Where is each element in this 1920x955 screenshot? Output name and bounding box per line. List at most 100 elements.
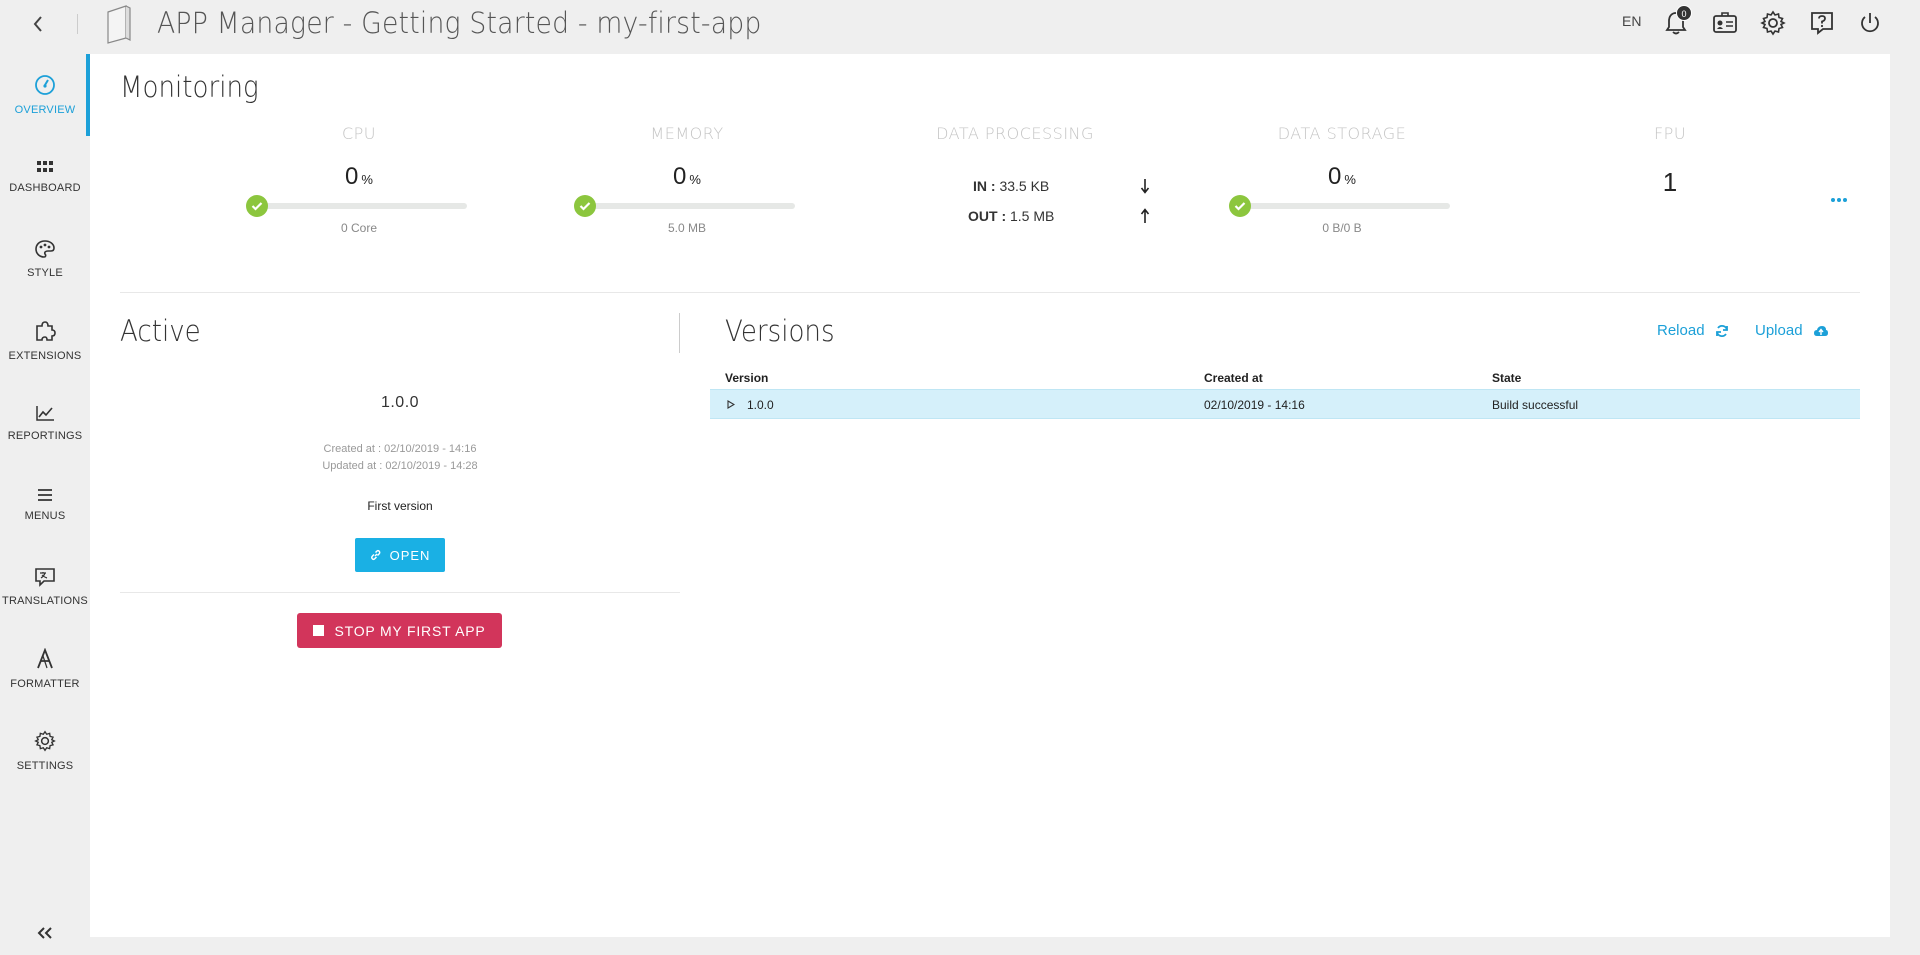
cpu-metric: CPU 0% 0 Core bbox=[229, 124, 489, 235]
menu-lines-icon bbox=[38, 489, 52, 501]
palette-icon bbox=[35, 240, 55, 258]
sidebar-item-dashboard[interactable]: DASHBOARD bbox=[0, 136, 90, 218]
more-options-button[interactable] bbox=[1830, 194, 1854, 206]
active-version: 1.0.0 bbox=[380, 394, 420, 411]
in-value: 33.5 KB bbox=[999, 178, 1050, 194]
metric-title: CPU bbox=[341, 124, 377, 143]
storage-gauge bbox=[1229, 195, 1450, 217]
unit-label: % bbox=[361, 172, 373, 187]
cloud-upload-icon bbox=[1813, 326, 1828, 336]
back-button[interactable] bbox=[26, 12, 50, 36]
collapse-sidebar-button[interactable] bbox=[33, 921, 57, 945]
top-bar: APP Manager - Getting Started - my-first… bbox=[0, 0, 1920, 54]
chevron-left-icon bbox=[33, 16, 42, 32]
expand-triangle-icon[interactable] bbox=[727, 400, 735, 409]
memory-metric: MEMORY 0% 5.0 MB bbox=[557, 124, 817, 235]
updated-at-text: Updated at : 02/10/2019 - 14:28 bbox=[322, 460, 478, 472]
divider bbox=[77, 14, 78, 34]
chart-line-icon bbox=[36, 406, 54, 421]
settings-button[interactable] bbox=[1759, 9, 1787, 37]
upload-label: Upload bbox=[1755, 322, 1803, 339]
unit-label: % bbox=[689, 172, 701, 187]
table-row[interactable]: 1.0.0 02/10/2019 - 14:16 Build successfu… bbox=[710, 390, 1860, 419]
data-processing-metric: DATA PROCESSING bbox=[885, 124, 1145, 143]
metric-value: 0% bbox=[229, 163, 489, 191]
metric-sub: 5.0 MB bbox=[667, 221, 706, 235]
metric-sub: 0 Core bbox=[340, 221, 378, 235]
formatter-icon bbox=[37, 648, 53, 669]
table-header: Version Created at State bbox=[710, 364, 1860, 390]
app-logo-icon bbox=[107, 5, 131, 44]
divider bbox=[120, 292, 1860, 293]
fpu-value: 1 bbox=[1662, 167, 1678, 197]
metric-title: DATA PROCESSING bbox=[936, 124, 1094, 143]
column-header: State bbox=[1492, 371, 1522, 385]
metric-title: FPU bbox=[1653, 124, 1687, 143]
sidebar-item-translations[interactable]: TRANSLATIONS bbox=[0, 546, 90, 628]
data-storage-metric: DATA STORAGE 0% 0 B/0 B bbox=[1212, 124, 1472, 235]
open-button-label: OPEN bbox=[389, 547, 431, 563]
storage-value: 0 bbox=[1328, 163, 1342, 190]
power-icon bbox=[1861, 13, 1879, 33]
reload-button[interactable]: Reload bbox=[1657, 322, 1729, 339]
sidebar-item-extensions[interactable]: EXTENSIONS bbox=[0, 300, 90, 382]
sidebar-item-label: TRANSLATIONS bbox=[2, 595, 88, 607]
divider bbox=[120, 592, 680, 593]
memory-gauge bbox=[574, 195, 795, 217]
out-value: 1.5 MB bbox=[1010, 208, 1055, 224]
link-icon bbox=[370, 549, 381, 561]
monitoring-title: Monitoring bbox=[120, 70, 259, 104]
upload-button[interactable]: Upload bbox=[1755, 322, 1829, 339]
arrow-up-icon bbox=[1140, 208, 1150, 223]
stop-app-button[interactable]: STOP MY FIRST APP bbox=[297, 613, 502, 648]
column-header: Version bbox=[725, 371, 769, 385]
sidebar-item-settings[interactable]: SETTINGS bbox=[0, 710, 90, 792]
stop-icon bbox=[313, 625, 325, 636]
gear-icon bbox=[34, 730, 56, 752]
notifications-button[interactable]: 0 bbox=[1662, 5, 1692, 37]
sidebar-item-label: FORMATTER bbox=[10, 678, 80, 690]
sidebar-item-overview[interactable]: OVERVIEW bbox=[0, 54, 90, 136]
sidebar-item-label: OVERVIEW bbox=[14, 104, 76, 116]
help-icon bbox=[1811, 12, 1833, 35]
id-card-icon bbox=[1713, 12, 1737, 33]
metric-sub: 0 B/0 B bbox=[1322, 221, 1362, 235]
data-in-row: IN : 33.5 KB bbox=[973, 178, 1049, 194]
gear-icon bbox=[1760, 10, 1786, 36]
metric-value: 0% bbox=[1212, 163, 1472, 191]
memory-value: 0 bbox=[673, 163, 687, 190]
version-cell: 1.0.0 bbox=[747, 398, 774, 412]
sidebar-item-label: MENUS bbox=[24, 510, 66, 522]
id-card-button[interactable] bbox=[1711, 9, 1739, 37]
versions-title: Versions bbox=[725, 314, 835, 348]
sidebar-item-formatter[interactable]: FORMATTER bbox=[0, 628, 90, 710]
sidebar-item-label: REPORTINGS bbox=[7, 430, 83, 442]
versions-table: Version Created at State 1.0.0 02/10/201… bbox=[710, 364, 1860, 419]
metric-title: MEMORY bbox=[650, 124, 724, 143]
puzzle-icon bbox=[36, 321, 56, 341]
refresh-icon bbox=[1715, 324, 1728, 337]
notification-count-badge: 0 bbox=[1676, 5, 1692, 21]
created-at-text: Created at : 02/10/2019 - 14:16 bbox=[323, 443, 477, 455]
sidebar-item-label: EXTENSIONS bbox=[8, 350, 82, 362]
sidebar: OVERVIEW DASHBOARD STYLE EXTENSIONS REPO… bbox=[0, 54, 90, 955]
check-icon bbox=[574, 195, 596, 217]
version-description: First version bbox=[367, 499, 433, 513]
open-button[interactable]: OPEN bbox=[355, 538, 445, 572]
gauge-icon bbox=[35, 75, 55, 95]
main-panel: Monitoring CPU 0% 0 Core MEMORY 0% 5.0 M… bbox=[90, 54, 1890, 937]
logout-button[interactable] bbox=[1856, 9, 1884, 37]
translate-icon bbox=[35, 568, 55, 587]
sidebar-item-label: STYLE bbox=[27, 267, 63, 279]
fpu-metric: FPU 1 bbox=[1540, 124, 1800, 198]
data-out-row: OUT : 1.5 MB bbox=[968, 208, 1054, 224]
help-button[interactable] bbox=[1808, 9, 1836, 37]
metric-value: 0% bbox=[557, 163, 817, 191]
in-label: IN : bbox=[973, 178, 996, 194]
language-selector[interactable]: EN bbox=[1622, 13, 1641, 29]
cpu-value: 0 bbox=[345, 163, 359, 190]
sidebar-item-reportings[interactable]: REPORTINGS bbox=[0, 382, 90, 464]
active-title: Active bbox=[120, 314, 201, 348]
sidebar-item-menus[interactable]: MENUS bbox=[0, 464, 90, 546]
sidebar-item-style[interactable]: STYLE bbox=[0, 218, 90, 300]
